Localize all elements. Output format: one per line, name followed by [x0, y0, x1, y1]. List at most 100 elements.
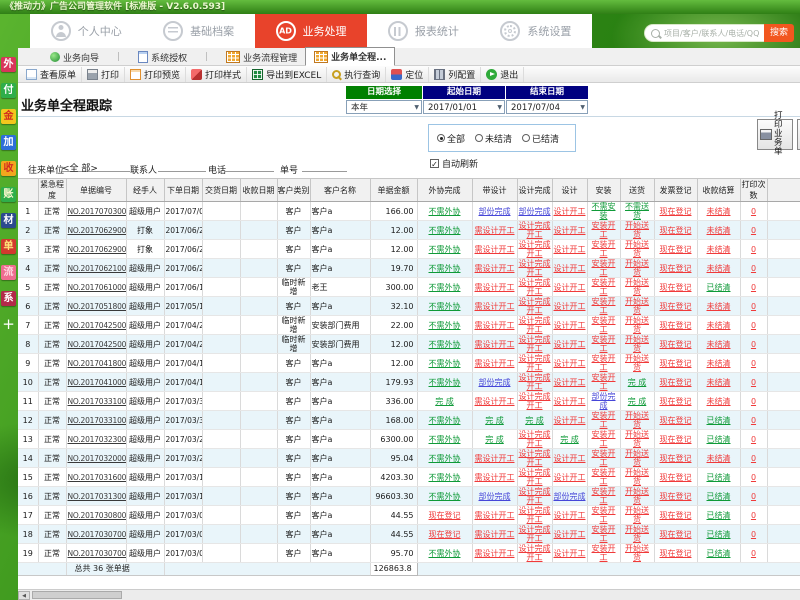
- status-link[interactable]: 设计开工: [554, 511, 586, 520]
- status-link[interactable]: 需设计开工: [475, 359, 515, 368]
- sidebar-item-外[interactable]: 外: [1, 57, 16, 72]
- status-link[interactable]: 设计开工: [554, 207, 586, 216]
- status-link[interactable]: 开始送货: [625, 297, 649, 315]
- date-filter-select-2[interactable]: 2017/07/04▼: [506, 100, 588, 114]
- form-field-单号[interactable]: [302, 161, 347, 172]
- order-number-link[interactable]: NO.201703310002: [68, 397, 127, 406]
- status-link[interactable]: 设计开工: [554, 473, 586, 482]
- order-number-link[interactable]: NO.201704250002: [68, 321, 127, 330]
- column-header-rownum[interactable]: [18, 179, 38, 202]
- scroll-left-arrow-icon[interactable]: ◀: [18, 591, 30, 600]
- order-number-link[interactable]: NO.201706290001: [68, 245, 127, 254]
- order-number-link[interactable]: NO.201703070007: [68, 530, 127, 539]
- auto-refresh-checkbox[interactable]: ✓ 自动刷新: [430, 157, 478, 170]
- status-link[interactable]: 设计开工: [554, 378, 586, 387]
- status-link[interactable]: 设计完成开工: [519, 259, 551, 277]
- status-link[interactable]: 设计开工: [554, 416, 586, 425]
- status-link[interactable]: 0: [751, 207, 756, 216]
- status-link[interactable]: 现在登记: [660, 473, 692, 482]
- status-link[interactable]: 需设计开工: [475, 321, 515, 330]
- status-link[interactable]: 0: [751, 530, 756, 539]
- column-header-客户名称[interactable]: 客户名称: [310, 179, 370, 202]
- status-link[interactable]: 现在登记: [660, 226, 692, 235]
- status-link[interactable]: 设计完成开工: [519, 525, 551, 543]
- status-link[interactable]: 设计完成开工: [519, 354, 551, 372]
- status-link[interactable]: 不需外协: [429, 264, 461, 273]
- order-number-link[interactable]: NO.201705180001: [68, 302, 127, 311]
- status-link[interactable]: 现在登记: [660, 321, 692, 330]
- status-link[interactable]: 不需外协: [429, 359, 461, 368]
- status-link[interactable]: 0: [751, 454, 756, 463]
- status-link[interactable]: 未结清: [707, 302, 731, 311]
- status-link[interactable]: 不需外协: [429, 321, 461, 330]
- status-link[interactable]: 设计开工: [554, 549, 586, 558]
- status-link[interactable]: 完 成: [525, 416, 544, 425]
- status-link[interactable]: 设计完成开工: [519, 449, 551, 467]
- status-link[interactable]: 现在登记: [429, 511, 461, 520]
- column-header-安装[interactable]: 安装: [587, 179, 620, 202]
- column-header-单据金额[interactable]: 单据金额: [370, 179, 417, 202]
- status-link[interactable]: 需设计开工: [475, 283, 515, 292]
- status-link[interactable]: 设计完成开工: [519, 297, 551, 315]
- status-link[interactable]: 设计完成开工: [519, 278, 551, 296]
- status-link[interactable]: 设计完成开工: [519, 392, 551, 410]
- status-link[interactable]: 不需外协: [429, 435, 461, 444]
- status-link[interactable]: 开始送货: [625, 430, 649, 448]
- sidebar-item-+[interactable]: +: [1, 317, 16, 332]
- status-link[interactable]: 不需外协: [429, 245, 461, 254]
- status-link[interactable]: 0: [751, 416, 756, 425]
- status-link[interactable]: 未结清: [707, 378, 731, 387]
- status-link[interactable]: 安装开工: [592, 354, 616, 372]
- status-link[interactable]: 需设计开工: [475, 549, 515, 558]
- form-field-电话[interactable]: [224, 161, 274, 172]
- radio-option-全部[interactable]: 全部: [437, 132, 465, 145]
- status-link[interactable]: 设计开工: [554, 226, 586, 235]
- order-number-link[interactable]: NO.201707030001: [68, 207, 127, 216]
- sidebar-item-付[interactable]: 付: [1, 83, 16, 98]
- status-link[interactable]: 设计开工: [554, 321, 586, 330]
- nav-tab-业务处理[interactable]: 业务处理: [255, 14, 367, 48]
- radio-option-未结清[interactable]: 未结清: [475, 132, 512, 145]
- column-header-发票登记[interactable]: 发票登记: [654, 179, 697, 202]
- status-link[interactable]: 未结清: [707, 226, 731, 235]
- status-link[interactable]: 现在登记: [660, 378, 692, 387]
- status-link[interactable]: 现在登记: [429, 530, 461, 539]
- status-link[interactable]: 安装开工: [592, 449, 616, 467]
- status-link[interactable]: 设计完成开工: [519, 468, 551, 486]
- order-number-link[interactable]: NO.201706100001: [68, 283, 127, 292]
- sidebar-item-材[interactable]: 材: [1, 213, 16, 228]
- status-link[interactable]: 现在登记: [660, 264, 692, 273]
- status-link[interactable]: 现在登记: [660, 435, 692, 444]
- order-number-link[interactable]: NO.201704250001: [68, 340, 127, 349]
- status-link[interactable]: 部份完成: [479, 492, 511, 501]
- status-link[interactable]: 安装开工: [592, 335, 616, 353]
- status-link[interactable]: 开始送货: [625, 221, 649, 239]
- status-link[interactable]: 未结清: [707, 359, 731, 368]
- status-link[interactable]: 现在登记: [660, 397, 692, 406]
- status-link[interactable]: 不需外协: [429, 416, 461, 425]
- status-link[interactable]: 安装开工: [592, 544, 616, 562]
- status-link[interactable]: 部份完成: [554, 492, 586, 501]
- status-link[interactable]: 开始送货: [625, 335, 649, 353]
- sidebar-item-账[interactable]: 账: [1, 187, 16, 202]
- toolbar-button-导出到EXCEL[interactable]: 导出到EXCEL: [247, 67, 327, 82]
- order-number-link[interactable]: NO.201703230001: [68, 435, 127, 444]
- column-header-送货[interactable]: 送货: [620, 179, 654, 202]
- status-link[interactable]: 未结清: [707, 340, 731, 349]
- status-link[interactable]: 不需外协: [429, 207, 461, 216]
- column-header-单据编号[interactable]: 单据编号: [66, 179, 126, 202]
- sidebar-item-收[interactable]: 收: [1, 161, 16, 176]
- column-header-打印次数[interactable]: 打印次数: [740, 179, 767, 202]
- status-link[interactable]: 已结清: [707, 549, 731, 558]
- status-link[interactable]: 不需外协: [429, 340, 461, 349]
- status-link[interactable]: 现在登记: [660, 340, 692, 349]
- column-header-交货日期[interactable]: 交货日期: [202, 179, 240, 202]
- status-link[interactable]: 部份完成: [479, 207, 511, 216]
- nav-tab-系统设置[interactable]: 系统设置: [480, 14, 592, 48]
- date-filter-select-1[interactable]: 2017/01/01▼: [423, 100, 505, 114]
- form-field-联系人[interactable]: [158, 161, 206, 172]
- horizontal-scrollbar[interactable]: ◀: [18, 589, 800, 600]
- status-link[interactable]: 完 成: [628, 378, 647, 387]
- status-link[interactable]: 设计完成开工: [519, 316, 551, 334]
- status-link[interactable]: 设计完成开工: [519, 335, 551, 353]
